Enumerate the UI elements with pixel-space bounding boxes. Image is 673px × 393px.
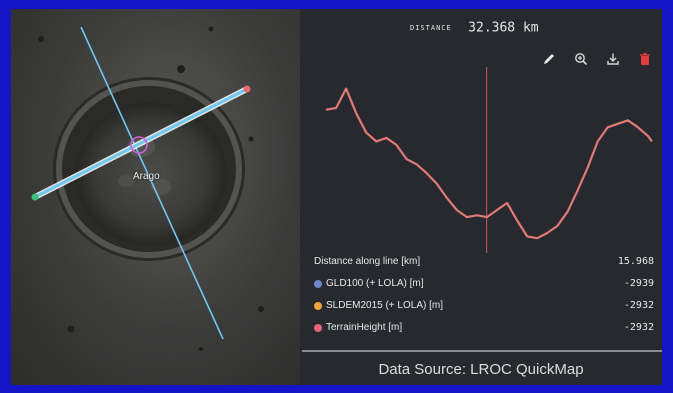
legend-row: TerrainHeight [m] -2932 [314,317,654,339]
legend-label: GLD100 (+ LOLA) [m] [326,278,424,289]
download-icon [607,53,619,65]
elevation-profile-panel: DISTANCE 32.368 km Distance along line [… [300,9,662,385]
legend-value: -2932 [623,300,654,311]
profile-line-terrain [325,87,653,240]
track-start-marker[interactable] [31,193,39,201]
profile-legend: Distance along line [km] 15.968 GLD100 (+ … [314,251,654,339]
legend-swatch [314,280,322,288]
legend-row: Distance along line [km] 15.968 [314,251,654,273]
pencil-icon [544,54,554,64]
delete-button[interactable] [636,50,654,68]
legend-row: GLD100 (+ LOLA) [m] -2939 [314,273,654,295]
distance-label: DISTANCE [410,23,452,32]
legend-value: 15.968 [617,256,654,267]
track-end-marker[interactable] [243,85,251,93]
data-source-label: Data Source: LROC QuickMap [378,361,584,378]
trash-icon [640,53,650,65]
legend-label: Distance along line [km] [314,256,421,267]
legend-value: -2939 [623,278,654,289]
legend-swatch [314,302,322,310]
crater-label: Arago [133,171,160,182]
elevation-profile-chart[interactable] [300,67,662,253]
profile-toolbar [540,50,654,68]
distance-value: 32.368 km [468,20,539,36]
map-view[interactable]: Arago [11,9,300,385]
map-surface [31,26,264,351]
app-frame: Arago DISTANCE 32.368 km Distance along … [11,9,662,385]
zoom-in-button[interactable] [572,50,590,68]
divider [302,350,662,352]
zoom-in-icon [575,53,588,66]
legend-label: SLDEM2015 (+ LOLA) [m] [326,300,443,311]
legend-swatch [314,324,322,332]
legend-row: SLDEM2015 (+ LOLA) [m] -2932 [314,295,654,317]
distance-readout: DISTANCE 32.368 km [410,19,539,37]
legend-label: TerrainHeight [m] [326,322,403,333]
download-button[interactable] [604,50,622,68]
pencil-button[interactable] [540,50,558,68]
legend-value: -2932 [623,322,654,333]
